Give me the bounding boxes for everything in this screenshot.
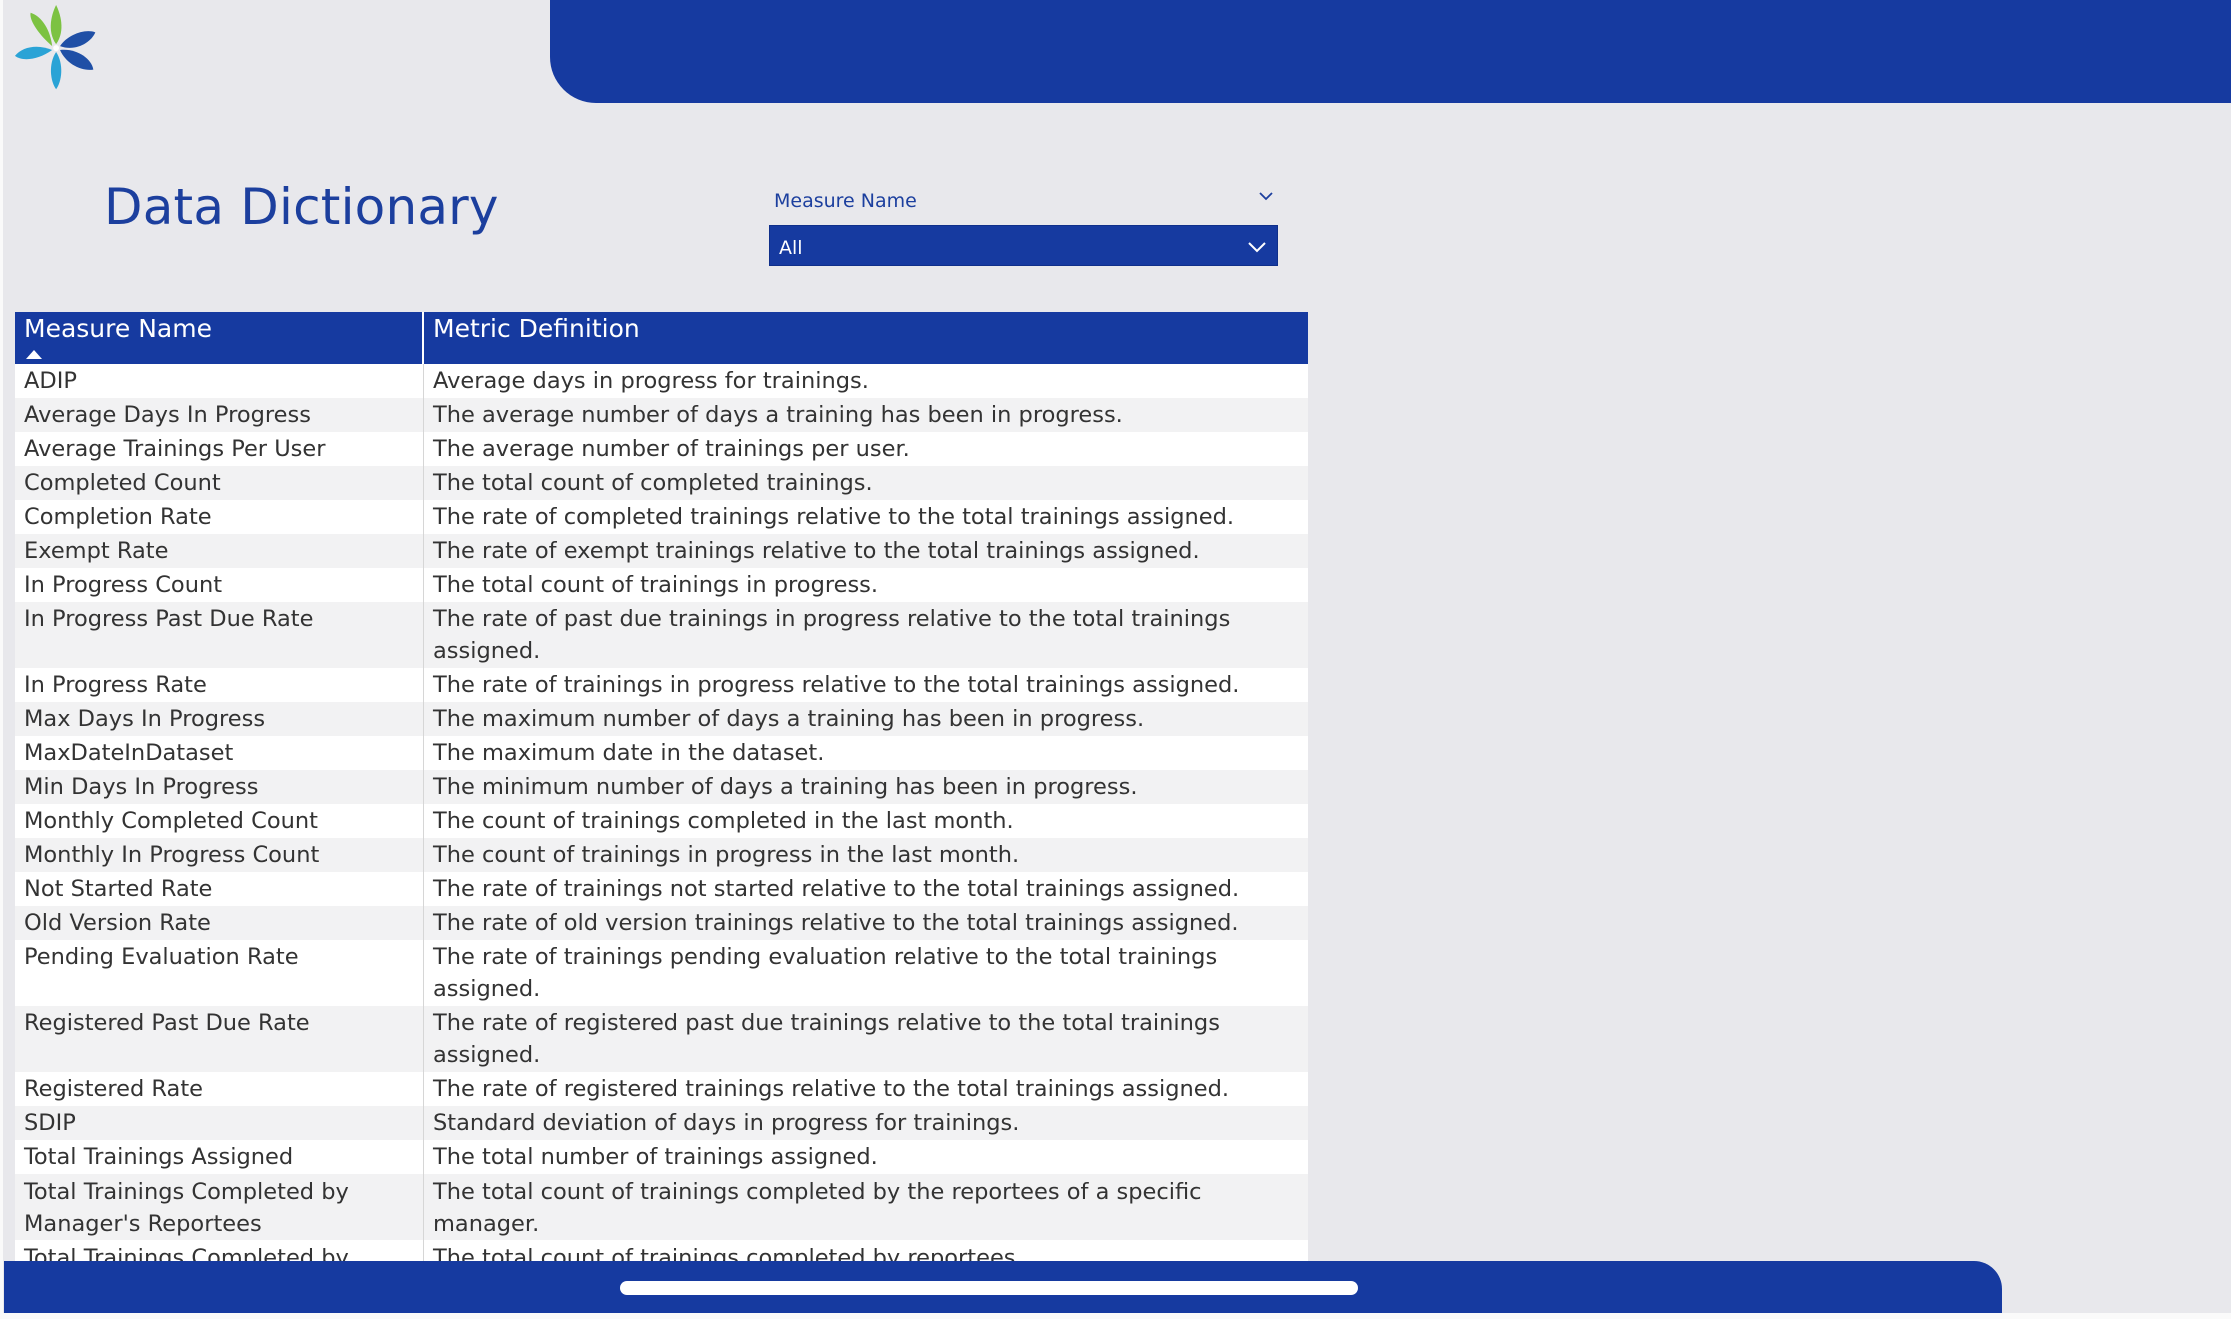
slicer-label: Measure Name — [774, 190, 917, 212]
table-row[interactable]: In Progress Past Due Rate The rate of pas… — [15, 602, 1308, 668]
metric-definition-cell: The count of trainings completed in the … — [433, 808, 1014, 834]
measure-name-cell: Exempt Rate — [15, 534, 424, 568]
measure-name-cell: In Progress Rate — [15, 668, 424, 702]
metric-definition-cell: The total count of trainings in progress… — [433, 572, 879, 598]
table-row[interactable]: Registered Rate The rate of registered tr… — [15, 1072, 1308, 1106]
measure-name-cell: Min Days In Progress — [15, 770, 424, 804]
table-row[interactable]: Average Trainings Per User The average nu… — [15, 432, 1308, 466]
measure-name-cell: Completed Count — [15, 466, 424, 500]
table-row[interactable]: Min Days In Progress The minimum number o… — [15, 770, 1308, 804]
metric-definition-cell: The total count of trainings completed b… — [433, 1179, 1202, 1237]
table-row[interactable]: ADIP Average days in progress for trainin… — [15, 364, 1308, 398]
table-row[interactable]: Monthly In Progress Count The count of tr… — [15, 838, 1308, 872]
chevron-down-icon — [1248, 242, 1266, 253]
column-header-metric-definition[interactable]: Metric Definition — [424, 312, 1308, 364]
metric-definition-cell: Average days in progress for trainings. — [433, 368, 869, 394]
measure-name-cell: Monthly In Progress Count — [15, 838, 424, 872]
sort-ascending-icon — [26, 350, 42, 359]
measure-name-cell: Average Trainings Per User — [15, 432, 424, 466]
table-row[interactable]: Total Trainings Assigned The total number… — [15, 1140, 1308, 1174]
metric-definition-cell: The count of trainings in progress in th… — [433, 842, 1020, 868]
measure-name-cell: In Progress Count — [15, 568, 424, 602]
measure-name-cell: Not Started Rate — [15, 872, 424, 906]
table-row[interactable]: MaxDateInDataset The maximum date in the … — [15, 736, 1308, 770]
measure-name-dropdown[interactable]: All — [769, 225, 1278, 266]
header-banner — [550, 0, 2231, 103]
metric-definition-cell: The minimum number of days a training ha… — [433, 774, 1138, 800]
page-bottom-edge — [0, 1313, 2231, 1319]
metric-definition-cell: The rate of past due trainings in progre… — [433, 606, 1231, 664]
metric-definition-cell: The rate of old version trainings relati… — [433, 910, 1239, 936]
measure-name-cell: Registered Rate — [15, 1072, 424, 1106]
metric-definition-cell: The maximum number of days a training ha… — [433, 706, 1145, 732]
table-row[interactable]: Completion Rate The rate of completed tra… — [15, 500, 1308, 534]
measure-name-cell: ADIP — [15, 364, 424, 398]
measure-name-cell: Total Trainings Assigned — [15, 1140, 424, 1174]
table-header: Measure Name Metric Definition — [15, 312, 1308, 364]
company-logo — [14, 4, 96, 90]
table-row[interactable]: Registered Past Due Rate The rate of regi… — [15, 1006, 1308, 1072]
column-header-label: Metric Definition — [433, 314, 640, 343]
table-row[interactable]: Monthly Completed Count The count of trai… — [15, 804, 1308, 838]
measure-name-cell: Registered Past Due Rate — [15, 1006, 424, 1072]
table-row[interactable]: Max Days In Progress The maximum number o… — [15, 702, 1308, 736]
measure-name-cell: MaxDateInDataset — [15, 736, 424, 770]
measure-name-cell: Monthly Completed Count — [15, 804, 424, 838]
table-row[interactable]: Not Started Rate The rate of trainings no… — [15, 872, 1308, 906]
metric-definition-cell: The maximum date in the dataset. — [433, 740, 825, 766]
metric-definition-cell: The rate of trainings pending evaluation… — [433, 944, 1218, 1002]
table-row[interactable]: In Progress Rate The rate of trainings in… — [15, 668, 1308, 702]
table-row[interactable]: SDIP Standard deviation of days in progre… — [15, 1106, 1308, 1140]
measure-name-cell: Max Days In Progress — [15, 702, 424, 736]
chevron-down-icon[interactable] — [1256, 186, 1276, 206]
table-row[interactable]: Average Days In Progress The average numb… — [15, 398, 1308, 432]
metric-definition-cell: The average number of trainings per user… — [433, 436, 910, 462]
measure-name-cell: Completion Rate — [15, 500, 424, 534]
measure-name-cell: Total Trainings Completed by Manager's R… — [15, 1174, 424, 1240]
page-left-edge — [0, 0, 3, 1319]
metric-definition-cell: The rate of completed trainings relative… — [433, 504, 1235, 530]
metric-definition-cell: The total number of trainings assigned. — [433, 1144, 878, 1170]
metric-definition-cell: The rate of exempt trainings relative to… — [433, 538, 1200, 564]
table-row[interactable]: Old Version Rate The rate of old version … — [15, 906, 1308, 940]
measure-name-cell: Old Version Rate — [15, 906, 424, 940]
measure-name-cell: Pending Evaluation Rate — [15, 940, 424, 1006]
table-row[interactable]: Total Trainings Completed by Manager's R… — [15, 1174, 1308, 1240]
metric-definition-cell: The rate of trainings not started relati… — [433, 876, 1240, 902]
slicer-header: Measure Name — [773, 186, 1278, 214]
table-body: ADIP Average days in progress for trainin… — [15, 364, 1308, 1306]
column-header-measure-name[interactable]: Measure Name — [15, 312, 424, 364]
metric-definition-cell: The rate of trainings in progress relati… — [433, 672, 1240, 698]
horizontal-scrollbar[interactable] — [620, 1281, 1358, 1295]
page-title: Data Dictionary — [104, 178, 499, 236]
table-row[interactable]: In Progress Count The total count of trai… — [15, 568, 1308, 602]
metric-definition-cell: The rate of registered trainings relativ… — [433, 1076, 1230, 1102]
column-header-label: Measure Name — [24, 314, 212, 343]
measure-name-cell: Average Days In Progress — [15, 398, 424, 432]
table-row[interactable]: Pending Evaluation Rate The rate of train… — [15, 940, 1308, 1006]
data-dictionary-table: Measure Name Metric Definition ADIP Avera… — [15, 312, 1308, 1306]
table-row[interactable]: Exempt Rate The rate of exempt trainings … — [15, 534, 1308, 568]
measure-name-cell: SDIP — [15, 1106, 424, 1140]
metric-definition-cell: The total count of completed trainings. — [433, 470, 873, 496]
metric-definition-cell: The average number of days a training ha… — [433, 402, 1123, 428]
metric-definition-cell: The rate of registered past due training… — [433, 1010, 1220, 1068]
metric-definition-cell: Standard deviation of days in progress f… — [433, 1110, 1020, 1136]
measure-name-cell: In Progress Past Due Rate — [15, 602, 424, 668]
dropdown-selected-value: All — [779, 237, 803, 259]
table-row[interactable]: Completed Count The total count of comple… — [15, 466, 1308, 500]
